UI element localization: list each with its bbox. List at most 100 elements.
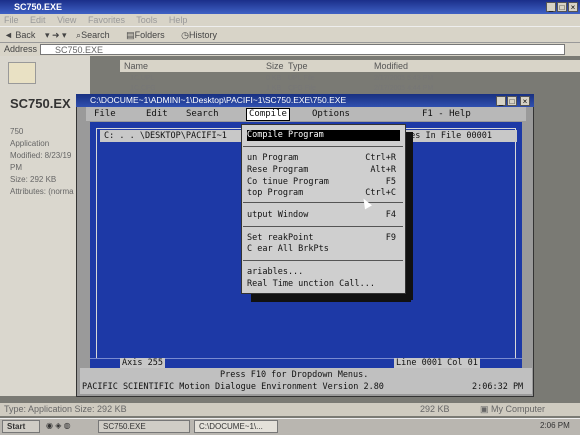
folders-button[interactable]: ▤Folders (126, 30, 172, 40)
lines-in-file: nes In File 00001 (405, 130, 517, 142)
col-name[interactable]: Name (124, 60, 148, 72)
console-menu-help[interactable]: F1 - Help (422, 107, 471, 121)
file-type: UPL File (288, 75, 315, 82)
menu-continue-program[interactable]: Co tinue Program F5 (247, 177, 400, 188)
console-menu-compile[interactable]: Compile (246, 108, 290, 121)
menu-clear-breakpoints[interactable]: C ear All BrkPts (247, 244, 400, 255)
file-list-header: Name Size Type Modified (120, 60, 580, 72)
console-title-bar: C:\DOCUME~1\ADMINI~1\Desktop\PACIFI~1\SC… (76, 94, 534, 107)
menu-edit[interactable]: Edit (30, 15, 46, 25)
menu-view[interactable]: View (57, 15, 76, 25)
explorer-menu-bar: File Edit View Favorites Tools Help (0, 14, 580, 26)
file-modified: 2/17/2005 5:43 PM (374, 75, 434, 82)
axis-indicator: Axis 255 (120, 358, 165, 368)
address-input[interactable]: SC750.EXE (40, 44, 565, 55)
item-shortcut: Alt+R (370, 165, 396, 175)
file-type: CFG File (288, 85, 316, 92)
file-row[interactable]: 1C.UPL 0 KB UPL File 2/17/2005 5:43 PM (120, 74, 580, 83)
console-maximize-button[interactable]: □ (507, 96, 517, 106)
menu-help[interactable]: Help (169, 15, 188, 25)
line-col-indicator: Line 0001 Col 01 (394, 358, 480, 368)
left-detail-size: Size: 292 KB (10, 175, 57, 184)
close-button[interactable]: × (568, 2, 578, 12)
file-size: 0 KB (266, 75, 282, 82)
console-menu-search[interactable]: Search (186, 107, 219, 121)
minimize-button[interactable]: _ (546, 2, 556, 12)
menu-run-program[interactable]: un Program Ctrl+R (247, 153, 400, 164)
item-label: utput Window (247, 210, 309, 220)
menu-file[interactable]: File (4, 15, 19, 25)
zone-label: My Computer (491, 404, 546, 414)
start-label: Start (7, 422, 26, 431)
left-detail-modified: Modified: 8/23/19 (10, 151, 72, 160)
task-label: C:\DOCUME~1\... (199, 422, 263, 431)
col-size[interactable]: Size (266, 60, 284, 72)
file-name: 1C.UPL (130, 75, 155, 82)
left-detail-time: PM (10, 163, 22, 172)
console-footer: Press F10 for Dropdown Menus. PACIFIC SC… (80, 368, 532, 394)
menu-tools[interactable]: Tools (136, 15, 157, 25)
address-label: Address (4, 44, 38, 54)
console-menu-file[interactable]: File (94, 107, 116, 121)
maximize-button[interactable]: □ (557, 2, 567, 12)
search-button[interactable]: ⌕Search (76, 30, 117, 40)
item-label: top Program (247, 188, 304, 198)
taskbar-clock: 2:06 PM (540, 421, 570, 430)
editor-status-line: Axis 255 Line 0001 Col 01 (90, 358, 522, 368)
item-shortcut: F9 (385, 233, 396, 243)
col-modified[interactable]: Modified (374, 60, 408, 72)
f10-hint: Press F10 for Dropdown Menus. (220, 370, 369, 380)
dropdown-separator (243, 226, 403, 227)
explorer-title-bar: SC750.EXE (0, 0, 580, 14)
left-detail-attributes: Attributes: (norma (10, 187, 74, 196)
console-close-button[interactable]: × (520, 96, 530, 106)
item-label: ariables... (247, 267, 304, 277)
file-size: 1 KB (266, 85, 282, 92)
menu-set-breakpoint[interactable]: Set reakPoint F9 (247, 233, 400, 244)
console-clock: 2:06:32 PM (472, 382, 524, 392)
status-zone: ▣ My Computer (480, 404, 546, 414)
menu-reset-program[interactable]: Rese Program Alt+R (247, 165, 400, 176)
console-minimize-button[interactable]: _ (496, 96, 506, 106)
item-label: C ear All BrkPts (247, 244, 329, 254)
task-explorer[interactable]: SC750.EXE (98, 420, 190, 433)
dropdown-separator (243, 146, 403, 147)
explorer-status-bar: Type: Application Size: 292 KB 292 KB ▣ … (0, 403, 580, 416)
left-detail-name: 750 (10, 127, 24, 136)
col-type[interactable]: Type (288, 60, 308, 72)
folders-label: Folders (134, 30, 165, 40)
back-button[interactable]: ◄ Back ▾ ➜ ▾ (4, 30, 67, 40)
dropdown-shadow (251, 294, 411, 302)
item-shortcut: Ctrl+R (365, 153, 396, 163)
explorer-title: SC750.EXE (14, 2, 63, 12)
menu-output-window[interactable]: utput Window F4 (247, 210, 400, 221)
console-menu-options[interactable]: Options (312, 107, 350, 121)
history-button[interactable]: ◷History (181, 30, 224, 40)
dropdown-separator (243, 202, 403, 203)
console-menu-edit[interactable]: Edit (146, 107, 168, 121)
file-name: 1C.CFG (130, 85, 156, 92)
back-label: Back (15, 30, 36, 40)
dropdown-separator (243, 260, 403, 261)
start-button[interactable]: Start (2, 420, 40, 433)
item-shortcut: F4 (385, 210, 396, 220)
menu-compile-program[interactable]: Compile Program (247, 130, 400, 141)
item-label: Rese Program (247, 165, 309, 175)
menu-favorites[interactable]: Favorites (88, 15, 125, 25)
address-value: SC750.EXE (55, 45, 104, 55)
editor-path: C: . . \DESKTOP\PACIFI~1 (100, 130, 248, 142)
task-console[interactable]: C:\DOCUME~1\... (194, 420, 278, 433)
console-menu-bar: File Edit Search Compile Options F1 - He… (86, 107, 526, 121)
file-row[interactable]: 1C.CFG 1 KB CFG File 2/17/2005 4:44 PM (120, 84, 580, 93)
search-label: Search (81, 30, 110, 40)
menu-stop-program[interactable]: top Program Ctrl+C (247, 188, 400, 199)
history-label: History (189, 30, 218, 40)
item-shortcut: F5 (385, 177, 396, 187)
quick-launch-icons[interactable]: ◉ ◈ ◍ (46, 421, 88, 432)
menu-real-time-function-call[interactable]: Real Time unction Call... (247, 279, 400, 290)
dropdown-shadow (406, 132, 413, 300)
item-label: Real Time unction Call... (247, 279, 375, 289)
status-size: 292 KB (420, 404, 450, 414)
menu-variables[interactable]: ariables... (247, 267, 400, 278)
console-title: C:\DOCUME~1\ADMINI~1\Desktop\PACIFI~1\SC… (90, 95, 347, 105)
